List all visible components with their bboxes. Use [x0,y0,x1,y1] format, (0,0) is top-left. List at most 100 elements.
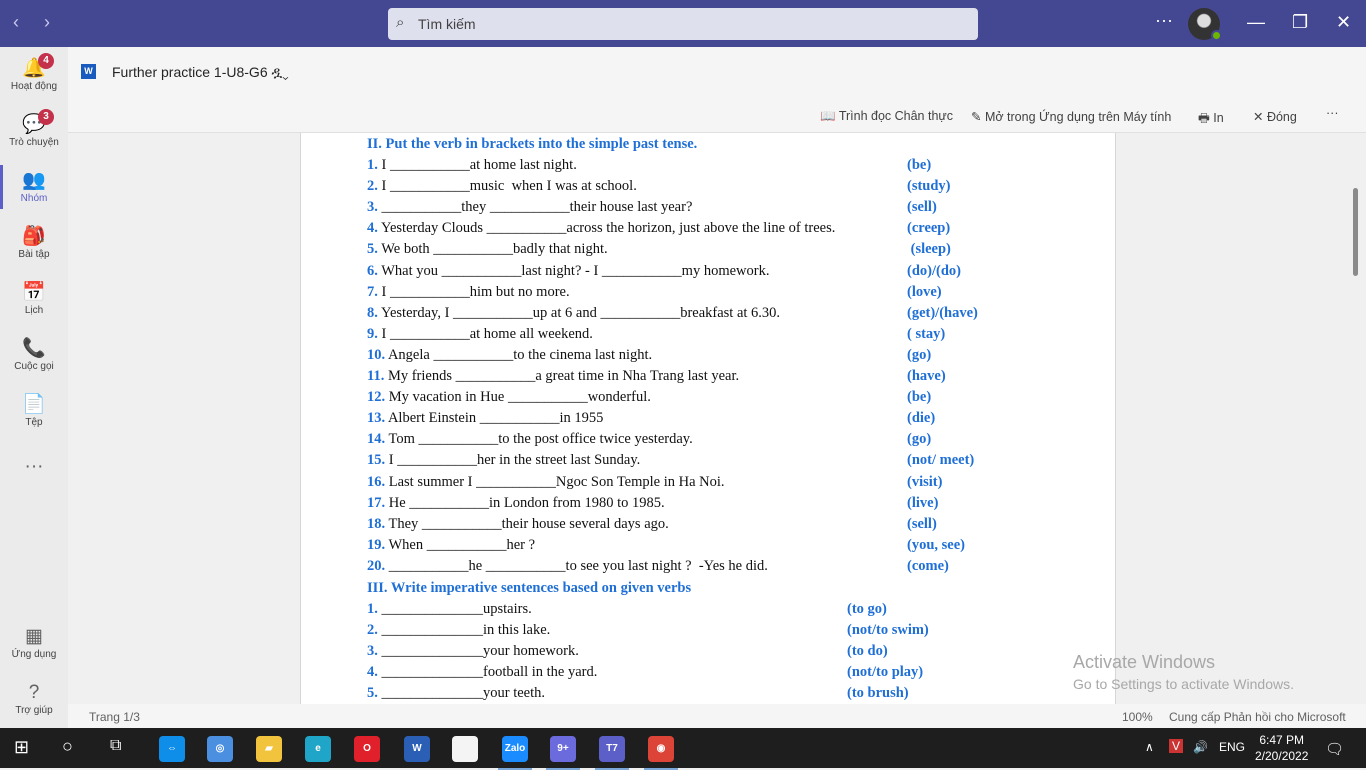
activate-windows-watermark: Activate Windows Go to Settings to activ… [1073,652,1294,692]
avatar[interactable] [1188,8,1222,41]
rail-item-7[interactable]: ··· [0,455,68,479]
rail-item-3[interactable]: 🎒 Bài tập [0,225,68,260]
feedback-link[interactable]: Cung cấp Phản hồi cho Microsoft [1169,710,1346,724]
item-number: 6. [367,262,378,279]
chrome-taskbar-icon[interactable]: ◉ [644,736,678,770]
zalo-taskbar-icon[interactable]: Zalo [498,736,532,770]
rail-item-9[interactable]: ? Trợ giúp [0,681,68,716]
maximize-icon[interactable]: ❐ [1292,12,1308,33]
more-options-icon[interactable]: ··· [1155,10,1173,31]
rail-item-label: Nhóm [20,193,48,204]
exercise-item: 19. When ___________her ? (you, see) [367,537,965,558]
item-text: I ___________at home all weekend. [377,325,593,342]
scrollbar[interactable] [1353,188,1358,276]
document-title[interactable]: Further practice 1-U8-G6 ዷ⌄ [112,64,289,81]
notepad-taskbar-icon[interactable] [452,736,478,762]
immersive-reader-button[interactable]: 📖 Trình đọc Chân thực [820,109,953,124]
language-indicator[interactable]: ENG [1219,740,1245,754]
bell-icon: 🔔 4 [0,53,68,81]
word-icon: W [81,64,96,79]
immersive-reader-label: Trình đọc Chân thực [838,109,954,123]
more-toolbar-icon[interactable]: ··· [1326,106,1339,120]
apps-icon-glyph: ▦ [25,626,43,647]
rail-item-label: Trò chuyện [9,137,59,148]
cortana-chrome-taskbar-icon[interactable]: ◎ [207,736,233,762]
search-input[interactable]: ⌕ Tìm kiếm [388,8,978,40]
document-viewer[interactable]: II. Put the verb in brackets into the si… [68,133,1366,704]
item-number: 5. [367,241,378,258]
item-number: 1. [367,157,378,173]
clock[interactable]: 6:47 PM 2/20/2022 [1255,732,1308,764]
exercise-item: 1. ______________upstairs. (to go) [367,601,887,622]
teamviewer-taskbar-icon[interactable]: ⇔ [159,736,185,762]
rail-item-6[interactable]: 📄 Tệp [0,393,68,428]
minimize-icon[interactable]: — [1247,12,1265,33]
item-hint: (not/to swim) [847,622,929,639]
open-desktop-button[interactable]: ✎ Mở trong Ứng dụng trên Máy tính [971,109,1171,124]
volume-icon[interactable]: 🔊 [1193,740,1208,754]
item-number: 17. [367,494,386,511]
item-hint: (do)/(do) [907,262,961,279]
print-button[interactable]: 🖶 In [1198,109,1224,130]
forward-icon[interactable]: › [44,12,50,33]
rail-item-label: Ứng dụng [11,649,57,660]
teams-icon: 👥 [0,169,68,193]
notification-badge: 4 [38,53,54,69]
rail-item-label: Cuộc gọi [14,361,54,372]
rail-item-1[interactable]: 💬 3 Trò chuyện [0,109,68,148]
rail-item-4[interactable]: 📅 Lịch [0,281,68,316]
close-window-icon[interactable]: ✕ [1336,12,1351,33]
opera-taskbar-icon[interactable]: O [354,736,380,762]
exercise-item: 8. Yesterday, I ___________up at 6 and _… [367,305,978,326]
rail-item-label: Bài tập [18,249,50,260]
exercise-item: 3. ______________your homework. (to do) [367,643,888,664]
notifications-icon[interactable]: 🗨 [1325,740,1344,758]
close-doc-button[interactable]: ✕ Đóng [1253,109,1297,124]
exercise-item: 13. Albert Einstein ___________in 1955 (d… [367,410,935,431]
item-number: 10. [367,346,386,363]
item-text: ___________they ___________their house l… [377,199,693,216]
exercise-item: 18. They ___________their house several … [367,515,937,537]
tray-chevron-icon[interactable]: ∧ [1145,740,1154,754]
help-icon: ? [0,681,68,705]
word-taskbar-icon[interactable]: W [404,736,430,762]
edge-taskbar-icon[interactable]: e [305,736,331,762]
antivirus-icon[interactable]: V [1169,739,1184,753]
item-text: What you ___________last night? - I ____… [377,262,770,279]
rail-item-label: Tệp [25,417,43,428]
rail-item-0[interactable]: 🔔 4 Hoạt động [0,53,68,92]
exercise-item: 6. What you ___________last night? - I _… [367,262,961,284]
zoom-level[interactable]: 100% [1122,710,1153,724]
section-heading: II. Put the verb in brackets into the si… [367,136,698,152]
back-icon[interactable]: ‹ [13,12,19,33]
exercise-item: 20. ___________he ___________to see you … [367,557,949,579]
item-hint: (to brush) [847,685,909,702]
rail-item-2[interactable]: 👥 Nhóm [0,165,68,209]
item-number: 2. [367,622,378,639]
file-explorer-taskbar-icon[interactable]: ▰ [256,736,282,762]
item-hint: (not/ meet) [907,452,975,469]
item-hint: (be) [907,389,932,406]
item-text: ______________in this lake. [377,622,551,639]
rail-item-5[interactable]: 📞 Cuộc gọi [0,337,68,372]
search-circle-icon[interactable]: ○ [62,736,73,757]
item-text: They ___________their house several days… [385,515,669,532]
section-heading: III. Write imperative sentences based on… [367,580,692,596]
item-text: ______________football in the yard. [377,664,598,681]
messenger-taskbar-icon[interactable]: 9+ [546,736,580,770]
task-view-icon[interactable]: ⧉ [110,737,121,755]
item-hint: (to do) [847,643,888,660]
windows-start-icon[interactable]: ⊞ [14,737,29,758]
teams-taskbar-icon[interactable]: T7 [595,736,629,770]
rail-item-8[interactable]: ▦ Ứng dụng [0,625,68,660]
item-number: 20. [367,557,386,574]
people-chevron-icon[interactable]: ዷ⌄ [272,64,289,80]
rail-item-label: Trợ giúp [15,705,53,716]
item-number: 14. [367,431,386,448]
exercise-item: 2. I ___________music when I was at scho… [367,178,951,199]
item-hint: (love) [907,283,942,300]
phone-icon-glyph: 📞 [22,338,46,359]
exercise-item: 10. Angela ___________to the cinema last… [367,346,931,368]
exercise-item: 4. Yesterday Clouds ___________across th… [367,220,950,241]
item-text: Angela ___________to the cinema last nig… [385,346,653,363]
